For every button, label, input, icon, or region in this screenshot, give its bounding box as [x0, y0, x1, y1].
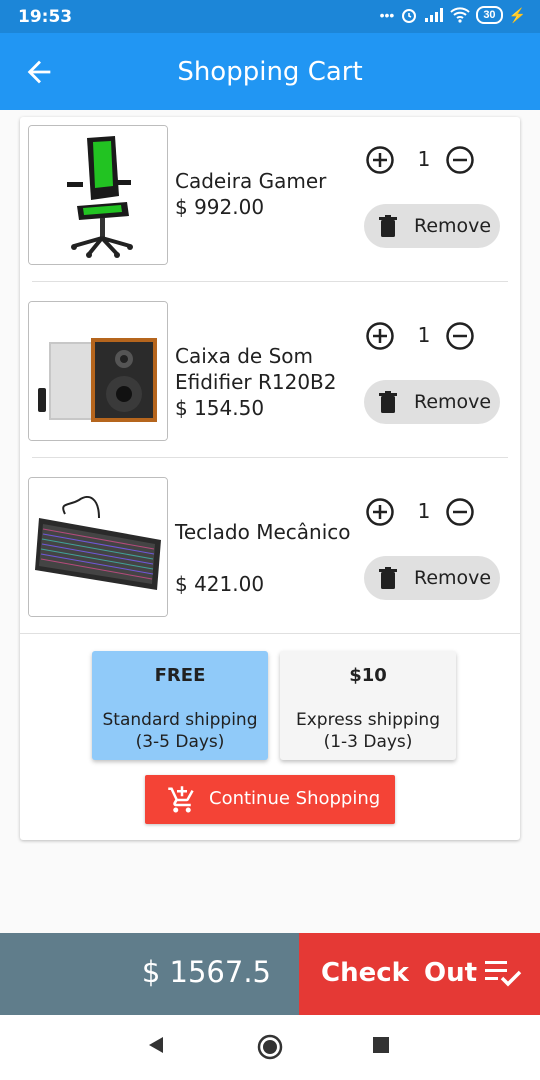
divider — [32, 457, 508, 458]
total-amount: $ 1567.5 — [141, 955, 271, 989]
cart-item: Teclado Mecânico $ 421.00 1 Remove — [20, 469, 520, 645]
quantity-value: 1 — [417, 323, 431, 347]
more-dots-icon: ••• — [379, 7, 395, 23]
cart-card: Cadeira Gamer $ 992.00 1 Remove Caixa de… — [20, 117, 520, 840]
quantity-value: 1 — [417, 499, 431, 523]
nav-back-icon[interactable] — [147, 1035, 165, 1055]
shipping-option-express[interactable]: $10 Express shipping (1-3 Days) — [280, 651, 456, 760]
shipping-label: Express shipping (1-3 Days) — [295, 710, 440, 752]
quantity-stepper: 1 — [365, 145, 510, 175]
remove-circle-icon[interactable] — [445, 497, 475, 527]
charging-icon: ⚡ — [508, 6, 526, 23]
add-circle-icon[interactable] — [365, 497, 395, 527]
quantity-stepper: 1 — [365, 497, 510, 527]
remove-button[interactable]: Remove — [364, 380, 500, 424]
shipping-price: $10 — [349, 665, 387, 686]
cart-item: Caixa de Som Efidifier R120B2 $ 154.50 1… — [20, 293, 520, 469]
product-price: $ 421.00 — [175, 572, 265, 596]
alarm-icon — [402, 9, 417, 23]
remove-button[interactable]: Remove — [364, 204, 500, 248]
system-nav-bar — [0, 1015, 540, 1080]
signal-icon — [425, 8, 444, 22]
remove-label: Remove — [414, 215, 492, 237]
product-name: Caixa de Som Efidifier R120B2 — [175, 344, 337, 394]
product-image-keyboard — [28, 477, 168, 617]
trash-icon — [379, 215, 397, 237]
status-bar: 19:53 ••• 30 ⚡ — [0, 0, 540, 33]
product-image-chair — [28, 125, 168, 265]
remove-circle-icon[interactable] — [445, 145, 475, 175]
divider — [20, 633, 520, 634]
divider — [32, 281, 508, 282]
cart-item: Cadeira Gamer $ 992.00 1 Remove — [20, 117, 520, 293]
shipping-price: FREE — [154, 665, 206, 686]
page-title: Shopping Cart — [177, 57, 363, 87]
playlist-check-icon — [485, 961, 522, 987]
wifi-icon — [450, 7, 471, 23]
remove-label: Remove — [414, 567, 492, 589]
product-name: Teclado Mecânico — [175, 520, 351, 544]
status-icons: ••• 30 ⚡ — [380, 6, 526, 24]
product-name: Cadeira Gamer — [175, 169, 327, 193]
trash-icon — [379, 567, 397, 589]
product-image-speakers — [28, 301, 168, 441]
remove-button[interactable]: Remove — [364, 556, 500, 600]
checkout-label: Check Out — [321, 958, 478, 988]
add-circle-icon[interactable] — [365, 321, 395, 351]
bottom-bar: $ 1567.5 Check Out — [0, 933, 540, 1015]
product-price: $ 992.00 — [175, 195, 265, 219]
continue-shopping-button[interactable]: Continue Shopping — [145, 775, 395, 824]
trash-icon — [379, 391, 397, 413]
product-price: $ 154.50 — [175, 396, 265, 420]
status-time: 19:53 — [18, 7, 73, 27]
app-bar: Shopping Cart — [0, 33, 540, 110]
quantity-stepper: 1 — [365, 321, 510, 351]
remove-circle-icon[interactable] — [445, 321, 475, 351]
continue-shopping-label: Continue Shopping — [209, 788, 381, 809]
quantity-value: 1 — [417, 147, 431, 171]
shipping-option-standard[interactable]: FREE Standard shipping (3-5 Days) — [92, 651, 268, 760]
battery-icon: 30 — [476, 6, 503, 24]
shipping-label: Standard shipping (3-5 Days) — [102, 710, 258, 752]
add-circle-icon[interactable] — [365, 145, 395, 175]
nav-recents-icon[interactable] — [373, 1037, 389, 1053]
nav-home-icon[interactable] — [257, 1034, 283, 1060]
total-panel: $ 1567.5 — [0, 933, 299, 1015]
remove-label: Remove — [414, 391, 492, 413]
add-shopping-cart-icon — [168, 786, 194, 813]
checkout-button[interactable]: Check Out — [299, 933, 540, 1015]
